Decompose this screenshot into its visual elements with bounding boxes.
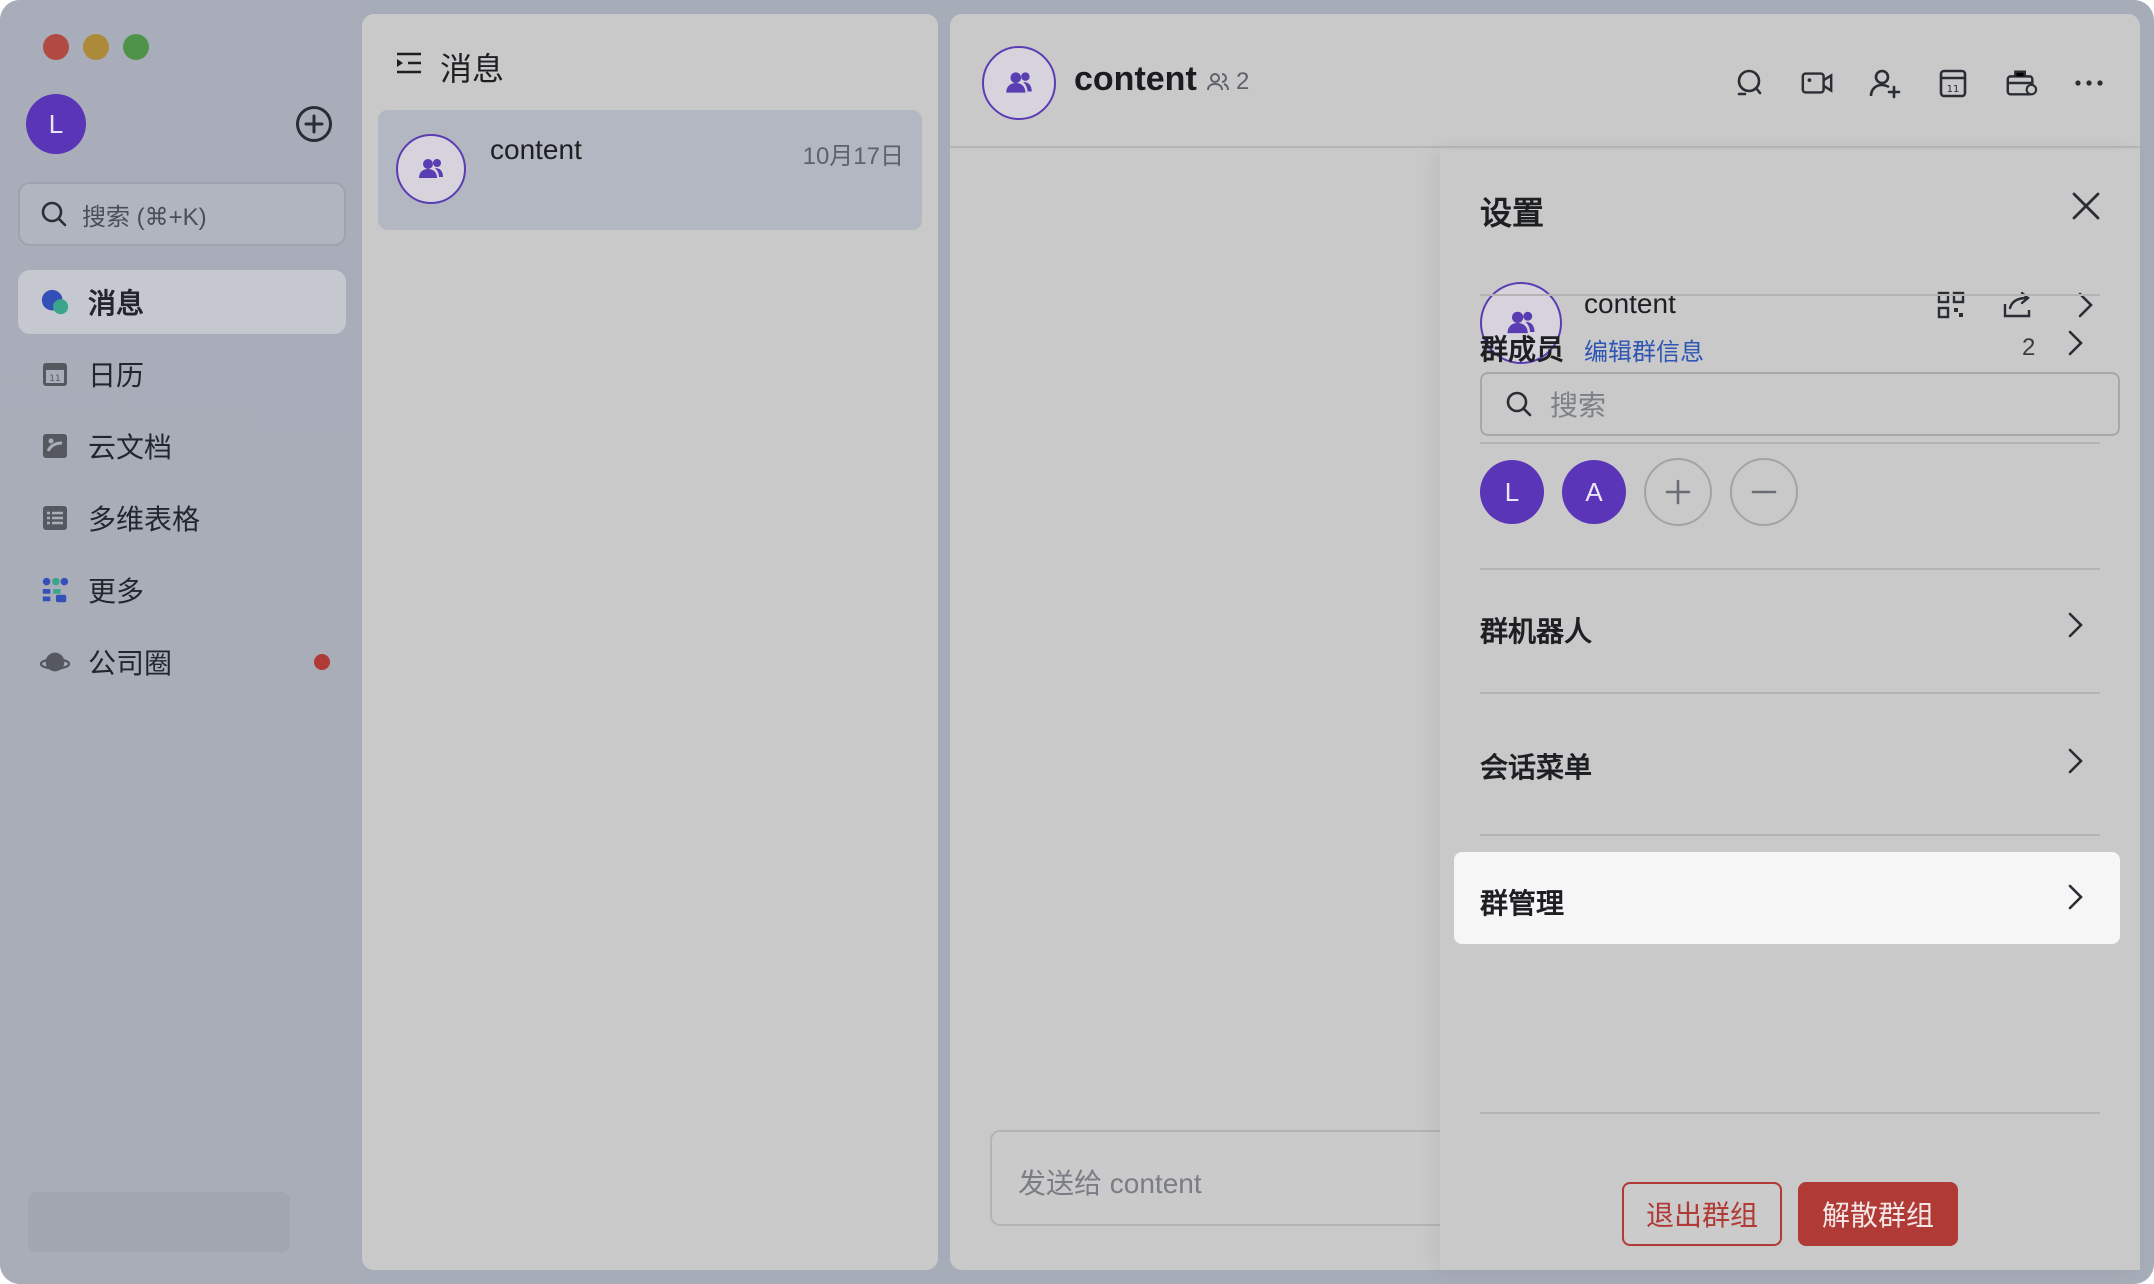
chevron-right-icon[interactable]	[2060, 610, 2090, 640]
window-controls	[43, 34, 149, 60]
add-circle-icon[interactable]	[296, 106, 332, 142]
briefcase-icon[interactable]	[2004, 66, 2038, 100]
group-members-label[interactable]: 群成员	[1480, 328, 1564, 368]
svg-text:11: 11	[49, 374, 60, 384]
sidebar-item-moments[interactable]: 公司圈	[18, 630, 346, 694]
divider	[1480, 442, 2100, 444]
sidebar-item-label: 消息	[88, 288, 145, 319]
close-icon[interactable]	[2068, 188, 2104, 224]
group-bots-row[interactable]: 群机器人	[1480, 610, 1592, 650]
minus-icon	[1751, 490, 1777, 494]
add-member-button[interactable]	[1644, 458, 1712, 526]
remove-member-button[interactable]	[1730, 458, 1798, 526]
apps-grid-icon	[40, 575, 70, 605]
group-name: content	[1584, 288, 1676, 319]
calendar-icon: 11	[40, 359, 70, 389]
divider	[1480, 834, 2100, 836]
minimize-window-button[interactable]	[83, 34, 109, 60]
sidebar: L 搜索 (⌘+K) 消息 11 日历 云文档 多维表格 更多 公司圈	[0, 0, 360, 1284]
more-icon[interactable]	[2072, 66, 2106, 100]
chevron-right-icon	[2060, 882, 2090, 912]
sidebar-item-more[interactable]: 更多	[18, 558, 346, 622]
quit-group-button[interactable]: 退出群组	[1622, 1182, 1782, 1246]
member-avatars: L A	[1480, 458, 1798, 526]
close-window-button[interactable]	[43, 34, 69, 60]
members-count: 2	[2022, 334, 2036, 361]
sidebar-item-docs[interactable]: 云文档	[18, 414, 346, 478]
chat-bubble-icon	[40, 287, 70, 317]
search-chat-icon[interactable]	[1732, 66, 1766, 100]
settings-title: 设置	[1480, 195, 1545, 231]
members-icon	[1207, 73, 1229, 91]
member-search-input[interactable]: 搜索	[1480, 372, 2120, 436]
chat-group-avatar[interactable]	[982, 46, 1056, 120]
sidebar-item-label: 日历	[88, 360, 145, 391]
search-placeholder: 搜索 (⌘+K)	[82, 203, 207, 231]
group-icon	[419, 159, 443, 178]
sidebar-item-label: 云文档	[88, 432, 173, 463]
search-icon	[1506, 391, 1532, 417]
settings-panel: 设置 content 编辑群信息 群成员 2 搜索 L A 群机器人 会话菜单 …	[1440, 150, 2140, 1270]
conversation-list-header: 消息	[394, 44, 504, 90]
group-manage-row[interactable]: 群管理	[1454, 852, 2120, 944]
divider	[1480, 568, 2100, 570]
add-member-icon[interactable]	[1868, 66, 1902, 100]
sidebar-item-bitable[interactable]: 多维表格	[18, 486, 346, 550]
global-search-input[interactable]: 搜索 (⌘+K)	[18, 182, 346, 246]
sidebar-nav: 消息 11 日历 云文档 多维表格 更多 公司圈	[18, 270, 346, 702]
user-avatar[interactable]: L	[26, 94, 86, 154]
notification-dot	[314, 654, 330, 670]
group-manage-label: 群管理	[1480, 888, 1565, 919]
sidebar-item-label: 公司圈	[88, 648, 173, 679]
planet-icon	[40, 647, 70, 677]
member-avatar[interactable]: A	[1562, 460, 1626, 524]
blurred-area	[28, 1192, 290, 1252]
dismiss-group-button[interactable]: 解散群组	[1798, 1182, 1958, 1246]
member-search-placeholder: 搜索	[1550, 390, 1607, 421]
sidebar-item-label: 多维表格	[88, 504, 201, 535]
conversation-date: 10月17日	[802, 143, 904, 170]
sidebar-item-messages[interactable]: 消息	[18, 270, 346, 334]
chevron-right-icon[interactable]	[2060, 746, 2090, 776]
edit-group-info-link[interactable]: 编辑群信息	[1584, 332, 1704, 367]
cloud-doc-icon	[40, 431, 70, 461]
group-icon	[1006, 72, 1032, 93]
sidebar-item-label: 更多	[88, 576, 145, 607]
conversation-item[interactable]: content 10月17日	[378, 110, 922, 230]
svg-text:11: 11	[1947, 84, 1960, 95]
zoom-window-button[interactable]	[123, 34, 149, 60]
conversation-name: content	[490, 134, 582, 165]
divider	[1480, 1112, 2100, 1114]
member-count-value: 2	[1236, 68, 1250, 95]
chat-menu-row[interactable]: 会话菜单	[1480, 746, 1592, 786]
chat-header: content 2 11	[950, 14, 2140, 148]
calendar-icon[interactable]: 11	[1936, 66, 1970, 100]
collapse-list-icon[interactable]	[394, 48, 424, 86]
divider	[1480, 692, 2100, 694]
video-icon[interactable]	[1800, 66, 1834, 100]
plus-icon	[1665, 479, 1691, 505]
sidebar-item-calendar[interactable]: 11 日历	[18, 342, 346, 406]
member-avatar[interactable]: L	[1480, 460, 1544, 524]
search-icon	[41, 201, 67, 227]
group-avatar	[396, 134, 466, 204]
app-window: L 搜索 (⌘+K) 消息 11 日历 云文档 多维表格 更多 公司圈 消息 c…	[0, 0, 2154, 1284]
table-icon	[40, 503, 70, 533]
chevron-right-icon[interactable]	[2060, 328, 2090, 358]
conversation-list-title: 消息	[440, 51, 505, 87]
message-input[interactable]: 发送给 content	[990, 1130, 1450, 1226]
member-count[interactable]: 2	[1206, 68, 1249, 96]
chat-title: content	[1074, 60, 1197, 98]
conversation-list: 消息 content 10月17日	[362, 14, 938, 1270]
chat-header-actions: 11	[1732, 66, 2106, 100]
divider	[1480, 294, 2100, 296]
message-input-placeholder: 发送给 content	[1018, 1168, 1202, 1199]
